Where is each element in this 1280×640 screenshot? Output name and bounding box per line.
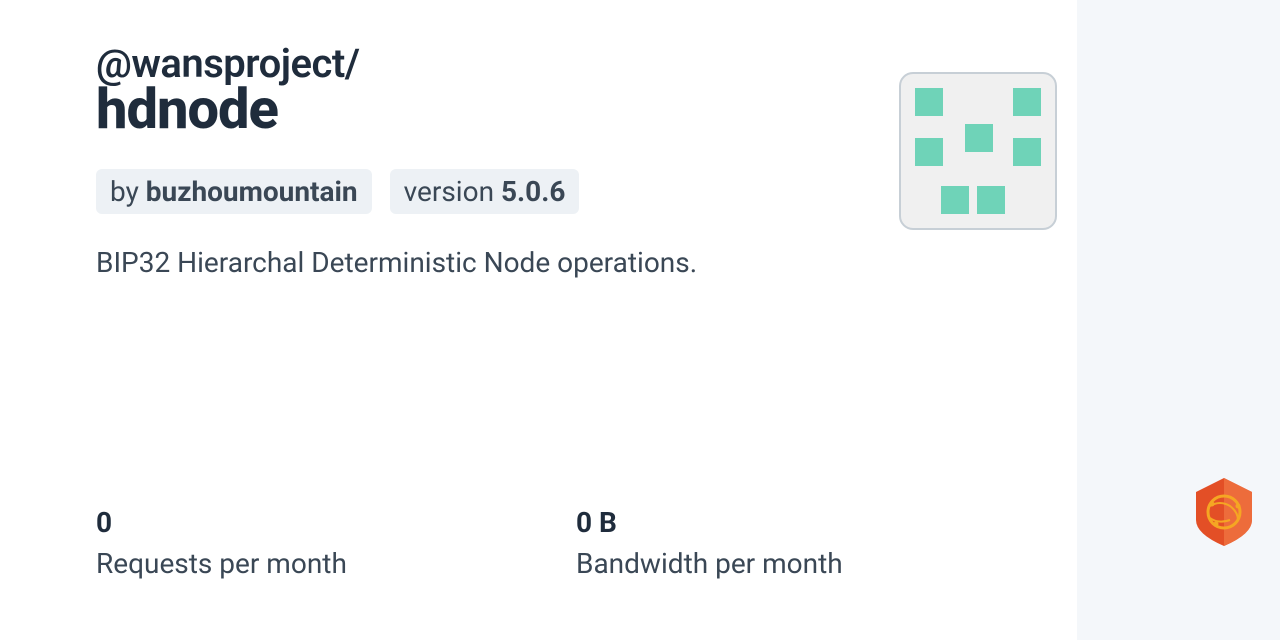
author-name: buzhoumountain — [146, 175, 358, 208]
sidebar — [1077, 0, 1280, 640]
stats-row: 0 Requests per month 0 B Bandwidth per m… — [96, 506, 1056, 580]
requests-value: 0 — [96, 506, 576, 539]
author-prefix: by — [110, 175, 146, 208]
requests-label: Requests per month — [96, 547, 576, 580]
version-value: 5.0.6 — [501, 175, 565, 208]
version-prefix: version — [404, 175, 501, 208]
stat-requests: 0 Requests per month — [96, 506, 576, 580]
jsdelivr-logo-icon — [1192, 476, 1256, 548]
package-description: BIP32 Hierarchal Deterministic Node oper… — [96, 246, 1077, 279]
bandwidth-value: 0 B — [576, 506, 1056, 539]
version-badge: version 5.0.6 — [390, 169, 580, 214]
main-content: @wansproject/ hdnode by buzhoumountain v… — [0, 0, 1077, 640]
bandwidth-label: Bandwidth per month — [576, 547, 1056, 580]
package-avatar-icon — [899, 72, 1057, 230]
stat-bandwidth: 0 B Bandwidth per month — [576, 506, 1056, 580]
author-badge: by buzhoumountain — [96, 169, 372, 214]
